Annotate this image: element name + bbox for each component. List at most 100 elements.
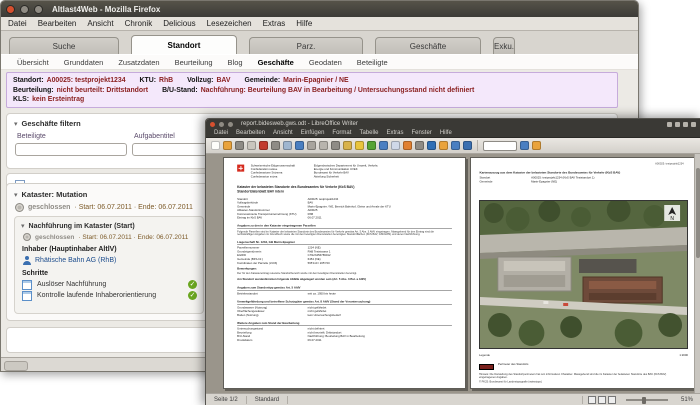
minimize-icon[interactable] [20,4,29,14]
open-icon[interactable] [223,141,232,150]
sub-tab[interactable]: Grunddaten [64,58,104,67]
navigation-previous-icon[interactable] [520,141,529,150]
page-indicator[interactable]: Seite 1/2 [206,396,247,404]
save-icon[interactable] [235,141,244,150]
menu-item[interactable]: Hilfe [440,130,452,136]
statusbar-spacer [288,396,583,404]
zoom-level[interactable]: 51% [673,396,700,404]
book-view-icon[interactable] [607,396,616,404]
writer-statusbar: Seite 1/2 Standard 51% [206,393,700,405]
step-row[interactable]: Auslöser Nachführung ✓ [22,279,197,290]
main-tab[interactable]: Parz. [249,37,363,54]
hyperlink-icon[interactable] [379,141,388,150]
menu-item[interactable]: Fenster [411,130,431,136]
multi-page-view-icon[interactable] [597,396,606,404]
firefox-titlebar[interactable]: Altlast4Web - Mozilla Firefox [1,1,638,17]
sub-tab[interactable]: Übersicht [17,58,49,67]
menu-item[interactable]: Format [332,130,351,136]
legend-item: Perimeter des Standorts [479,363,648,371]
summary-value: A00025: testprojekt1234 [46,77,126,84]
close-icon[interactable] [6,4,15,14]
export-pdf-icon[interactable] [259,141,268,150]
menu-item[interactable]: Ansicht [273,130,293,136]
federal-header: Schweizerische Eidgenossenschaft Confédér… [224,158,465,179]
navigator-icon[interactable] [427,141,436,150]
network-icon[interactable] [667,121,672,127]
menu-item[interactable]: Ansicht [87,19,113,28]
menu-item[interactable]: Datei [8,19,27,28]
sub-tab[interactable]: Geodaten [309,58,342,67]
step-row[interactable]: Kontrolle laufende Inhaberorientierung ✓ [22,290,197,301]
page-style-indicator[interactable]: Standard [247,396,289,404]
summary-label: Beurteilung: [13,86,54,94]
person-icon [23,256,31,265]
undo-icon[interactable] [355,141,364,150]
new-document-icon[interactable] [211,141,220,150]
page2-corner-ref: A00025: testprojekt1234 [655,162,684,166]
beteiligte-input[interactable] [15,143,127,156]
zoom-icon[interactable] [451,141,460,150]
menu-item[interactable]: Bearbeiten [38,19,77,28]
page-preview-icon[interactable] [283,141,292,150]
email-icon[interactable] [247,141,256,150]
pdf-field-value: 06.07.2011 [307,216,322,220]
help-icon[interactable] [463,141,472,150]
single-page-view-icon[interactable] [587,396,596,404]
gallery-icon[interactable] [439,141,448,150]
maximize-icon[interactable] [34,4,43,14]
vertical-scrollbar[interactable] [694,154,700,394]
table-icon[interactable] [391,141,400,150]
redo-icon[interactable] [367,141,376,150]
statusbar-widget[interactable] [4,360,28,371]
task-icon [22,279,32,290]
kataster-header-label: Kataster: Mutation [21,190,88,199]
main-tab[interactable]: Exku. [493,37,516,54]
sub-tab[interactable]: Beurteilung [175,58,213,67]
bluetooth-icon[interactable] [675,121,680,127]
menu-item[interactable]: Hilfe [296,19,312,28]
menu-item[interactable]: Einfügen [301,130,325,136]
zoom-combobox[interactable] [483,140,517,151]
menu-item[interactable]: Lesezeichen [207,19,252,28]
navigation-next-icon[interactable] [532,141,541,150]
report-page-2: A00025: testprojekt1234 Kartenauszug aus… [470,157,695,389]
writer-titlebar[interactable]: report.bidesweb.gws.odt - LibreOffice Wr… [206,119,700,129]
paste-icon[interactable] [331,141,340,150]
menu-item[interactable]: Tabelle [359,130,378,136]
task-section-header[interactable]: ▾ Nachführung im Kataster (Start) [15,217,203,231]
maximize-icon[interactable] [228,121,233,127]
copy-icon[interactable] [319,141,328,150]
owner-row[interactable]: Rhätische Bahn AG (RhB) [15,253,203,265]
scrollbar-thumb[interactable] [696,168,700,258]
sub-tab[interactable]: Geschäfte [258,58,294,67]
menu-item[interactable]: Bearbeiten [236,130,265,136]
print-icon[interactable] [271,141,280,150]
close-icon[interactable] [210,121,215,127]
menu-item[interactable]: Delicious [163,19,195,28]
menu-item[interactable]: Chronik [125,19,153,28]
menu-item[interactable]: Extras [263,19,286,28]
legend-label: Legende [479,354,490,357]
remarks-text: Der für den Katastereintrag relevante St… [237,272,358,275]
format-paintbrush-icon[interactable] [343,141,352,150]
mail-icon[interactable] [691,121,696,127]
waste-statement: Am Standort wurden/könnten folgende Abfä… [237,278,367,282]
cut-icon[interactable] [307,141,316,150]
summary-value: BAV [216,77,231,84]
sub-tab[interactable]: Beteiligte [357,58,388,67]
find-icon[interactable] [415,141,424,150]
minimize-icon[interactable] [219,121,224,127]
section-paragraph: Folgende Parzellen sind im Kataster der … [237,230,435,237]
main-tab[interactable]: Suche [9,37,119,54]
menu-item[interactable]: Extras [386,130,403,136]
zoom-slider-knob[interactable] [641,396,646,404]
menu-item[interactable]: Datei [214,130,228,136]
main-tab[interactable]: Geschäfte [375,37,481,54]
sound-icon[interactable] [683,121,688,127]
drawing-icon[interactable] [403,141,412,150]
sub-tab[interactable]: Zusatzdaten [118,58,159,67]
spellcheck-icon[interactable] [295,141,304,150]
sub-tab[interactable]: Blog [228,58,243,67]
zoom-slider[interactable] [625,396,668,404]
main-tab[interactable]: Standort [131,35,237,54]
